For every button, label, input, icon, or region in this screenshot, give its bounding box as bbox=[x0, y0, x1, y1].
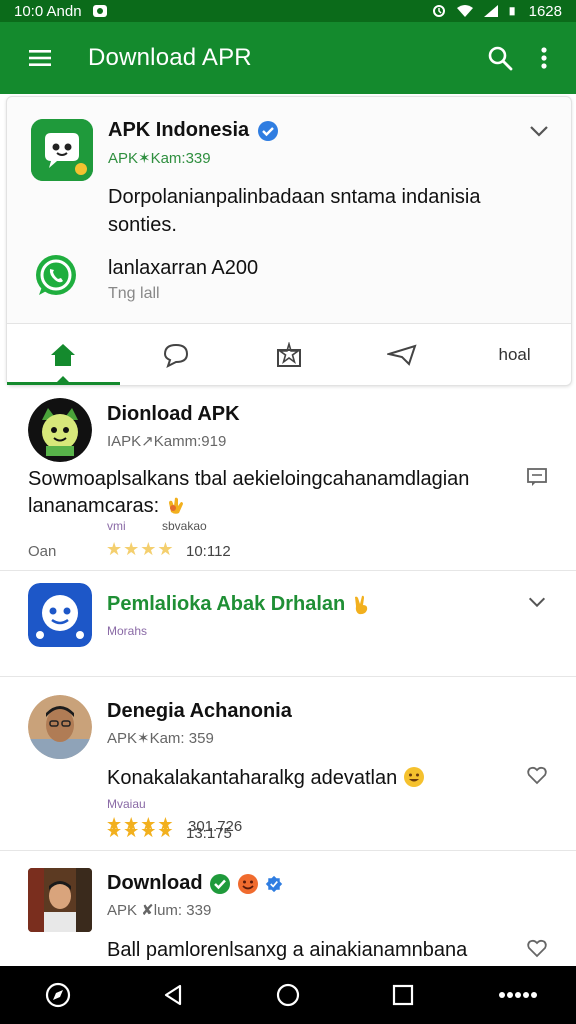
tab-rating[interactable] bbox=[233, 324, 346, 385]
check-mark-icon bbox=[209, 873, 230, 894]
post-author: Dionload APK bbox=[107, 403, 240, 425]
app-logo-icon bbox=[31, 119, 93, 181]
post-text: Konakalakantaharalkg adevatlan bbox=[107, 765, 507, 792]
avatar bbox=[28, 695, 92, 759]
tab-hoal[interactable]: hoal bbox=[458, 324, 571, 385]
rating-count: 301.726 bbox=[188, 818, 243, 835]
post-tag: Mvaiau bbox=[107, 797, 146, 811]
post-item[interactable]: Pemlalioka Abak Drhalan Morahs ★★★★ 13:1… bbox=[0, 571, 576, 842]
app-subtitle: APK✶Kam:339 bbox=[108, 150, 211, 167]
post-feed: Dionload APK IAPK↗Kamm:919 Sowmoaplsalka… bbox=[0, 388, 576, 966]
compass-icon bbox=[45, 982, 70, 1008]
star-rating: ★★★★ bbox=[106, 814, 175, 834]
star-board-icon bbox=[276, 341, 301, 367]
signal-icon bbox=[483, 5, 498, 17]
chevron-down-icon[interactable] bbox=[527, 119, 551, 143]
heart-icon[interactable] bbox=[526, 937, 548, 959]
more-options-button[interactable] bbox=[522, 36, 566, 80]
back-triangle-icon bbox=[164, 984, 181, 1006]
clapping-emoji-icon bbox=[168, 497, 183, 514]
comment-icon[interactable] bbox=[526, 466, 548, 488]
whatsapp-icon bbox=[36, 255, 76, 295]
search-icon bbox=[488, 46, 513, 71]
post-item[interactable]: Download APK ✘lum: 339 Ball pamlorenlsan… bbox=[0, 851, 576, 966]
more-vert-icon bbox=[541, 47, 547, 69]
dots-icon bbox=[499, 992, 538, 998]
post-subtitle: IAPK↗Kamm:919 bbox=[107, 433, 227, 450]
post-subtitle: APK✶Kam: 359 bbox=[107, 730, 214, 747]
send-icon bbox=[386, 343, 417, 366]
verified-badge-icon bbox=[258, 120, 279, 141]
post-item[interactable]: Denegia Achanonia APK✶Kam: 359 Konakalak… bbox=[0, 677, 576, 851]
search-button[interactable] bbox=[478, 36, 522, 80]
chevron-down-icon[interactable] bbox=[526, 591, 548, 613]
app-bar: Download APR bbox=[0, 22, 576, 94]
victory-hand-emoji-icon bbox=[355, 595, 368, 614]
hamburger-icon bbox=[29, 50, 51, 66]
post-text: Ball pamlorenlsanxg a ainakianamnbana bbox=[107, 939, 468, 961]
home-button[interactable] bbox=[264, 971, 312, 1019]
app-description: Dorpolanianpalinbadaan sntama indanisia … bbox=[108, 186, 481, 236]
app-name-text: APK Indonesia bbox=[108, 119, 250, 141]
post-text-content: Konakalakantaharalkg adevatlan bbox=[107, 767, 398, 789]
post-author-text: Pemlalioka Abak Drhalan bbox=[107, 593, 346, 615]
star-rating: ★★★★ bbox=[106, 539, 175, 559]
status-bar: 10:0 Andn 1628 bbox=[0, 0, 576, 22]
app-header-card: APK Indonesia APK✶Kam:339 Dorpolanianpal… bbox=[6, 96, 572, 386]
post-tag: Morahs bbox=[107, 624, 148, 638]
overflow-button[interactable] bbox=[494, 971, 542, 1019]
assistant-button[interactable] bbox=[34, 971, 82, 1019]
app-title: Download APR bbox=[88, 44, 252, 71]
verified-badge-icon bbox=[265, 875, 282, 892]
install-link[interactable]: Tng lall bbox=[108, 285, 160, 303]
post-text-content: Sowmoaplsalkans tbal aekieloingcahanamdl… bbox=[28, 468, 470, 517]
recents-square-icon bbox=[393, 984, 414, 1006]
recents-button[interactable] bbox=[379, 971, 427, 1019]
avatar bbox=[28, 583, 92, 647]
status-time: 10:0 Andn bbox=[14, 2, 82, 20]
avatar bbox=[28, 398, 92, 462]
heart-icon[interactable] bbox=[526, 764, 548, 786]
alarm-icon bbox=[432, 5, 445, 17]
smiling-emoji-icon bbox=[237, 873, 258, 894]
tab-home[interactable] bbox=[7, 324, 120, 385]
tab-chat[interactable] bbox=[120, 324, 233, 385]
post-author: Download bbox=[107, 872, 283, 895]
tab-share[interactable] bbox=[345, 324, 458, 385]
tab-bar: hoal bbox=[7, 323, 571, 385]
post-left-label: Oan bbox=[28, 543, 57, 560]
system-nav-bar bbox=[0, 966, 576, 1024]
notification-icon bbox=[92, 5, 107, 17]
post-tag-left: vmi bbox=[107, 519, 126, 533]
post-tag-right: sbvakao bbox=[162, 519, 207, 533]
avatar bbox=[28, 868, 92, 932]
post-subtitle: APK ✘lum: 339 bbox=[107, 902, 212, 919]
battery-icon bbox=[509, 7, 515, 16]
download-size: lanlaxarran A200 bbox=[108, 257, 259, 279]
home-circle-icon bbox=[276, 983, 300, 1007]
post-item[interactable]: Dionload APK IAPK↗Kamm:919 Sowmoaplsalka… bbox=[0, 388, 576, 571]
grinning-emoji-icon bbox=[403, 767, 424, 787]
post-text: Sowmoaplsalkans tbal aekieloingcahanamdl… bbox=[28, 466, 518, 520]
back-button[interactable] bbox=[149, 971, 197, 1019]
chat-bubble-icon bbox=[164, 343, 189, 368]
app-name: APK Indonesia bbox=[108, 119, 279, 142]
menu-button[interactable] bbox=[20, 38, 60, 78]
post-author-text: Download bbox=[107, 872, 203, 894]
post-author: Pemlalioka Abak Drhalan bbox=[107, 593, 373, 616]
rating-count: 10:112 bbox=[186, 543, 231, 560]
post-author: Denegia Achanonia bbox=[107, 700, 292, 722]
home-icon bbox=[51, 343, 76, 366]
status-clock: 1628 bbox=[528, 2, 562, 20]
wifi-icon bbox=[456, 5, 473, 17]
